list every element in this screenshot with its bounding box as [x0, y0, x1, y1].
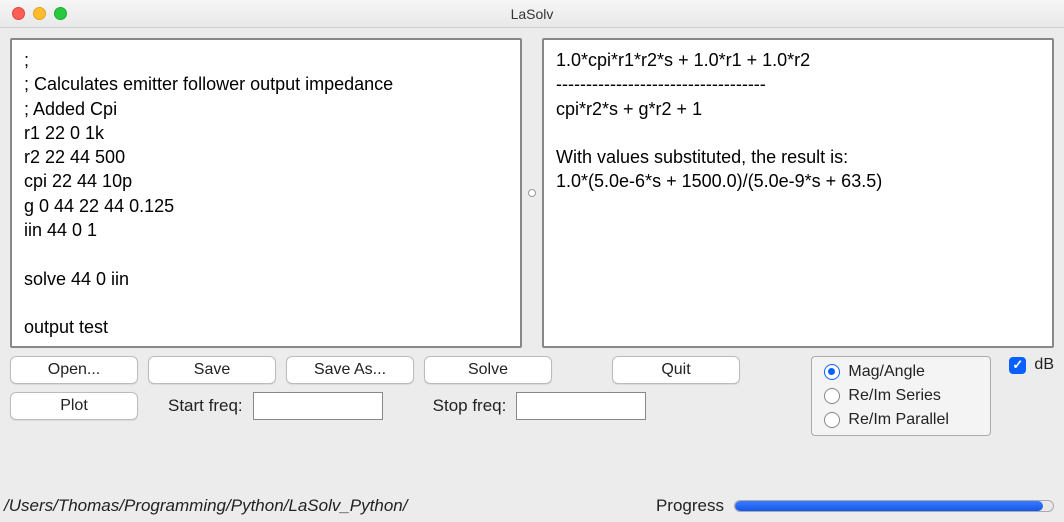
input-pane[interactable]: ; ; Calculates emitter follower output i…: [10, 38, 522, 348]
radio-reim-series-input[interactable]: [824, 388, 840, 404]
stop-freq-input[interactable]: [516, 392, 646, 420]
maximize-icon[interactable]: [54, 7, 67, 20]
progress-bar: [734, 500, 1054, 512]
progress-label: Progress: [656, 496, 724, 516]
controls: Open... Save Save As... Solve Quit Plot …: [10, 356, 1054, 436]
open-button[interactable]: Open...: [10, 356, 138, 384]
window-title: LaSolv: [0, 6, 1064, 22]
radio-reim-series-label: Re/Im Series: [848, 387, 940, 405]
solve-button[interactable]: Solve: [424, 356, 552, 384]
save-as-button[interactable]: Save As...: [286, 356, 414, 384]
start-freq-label: Start freq:: [168, 396, 243, 416]
db-checkbox[interactable]: [1009, 357, 1026, 374]
plot-button[interactable]: Plot: [10, 392, 138, 420]
close-icon[interactable]: [12, 7, 25, 20]
radio-reim-series[interactable]: Re/Im Series: [824, 387, 978, 405]
quit-button[interactable]: Quit: [612, 356, 740, 384]
format-radio-group: Mag/Angle Re/Im Series Re/Im Parallel: [811, 356, 991, 436]
app-window: LaSolv ; ; Calculates emitter follower o…: [0, 0, 1064, 522]
start-freq-input[interactable]: [253, 392, 383, 420]
statusbar: /Users/Thomas/Programming/Python/LaSolv_…: [0, 492, 1064, 522]
editor-panes: ; ; Calculates emitter follower output i…: [10, 38, 1054, 348]
minimize-icon[interactable]: [33, 7, 46, 20]
db-label: dB: [1034, 356, 1054, 374]
progress-fill: [735, 501, 1043, 511]
content-area: ; ; Calculates emitter follower output i…: [0, 28, 1064, 492]
status-path: /Users/Thomas/Programming/Python/LaSolv_…: [4, 496, 646, 516]
db-checkbox-row[interactable]: dB: [1009, 356, 1054, 374]
radio-reim-parallel-input[interactable]: [824, 412, 840, 428]
radio-reim-parallel-label: Re/Im Parallel: [848, 411, 948, 429]
radio-mag-angle-input[interactable]: [824, 364, 840, 380]
right-cluster: Mag/Angle Re/Im Series Re/Im Parallel dB: [811, 356, 1054, 436]
radio-mag-angle-label: Mag/Angle: [848, 363, 925, 381]
radio-mag-angle[interactable]: Mag/Angle: [824, 363, 978, 381]
stop-freq-label: Stop freq:: [433, 396, 507, 416]
titlebar: LaSolv: [0, 0, 1064, 28]
output-pane: 1.0*cpi*r1*r2*s + 1.0*r1 + 1.0*r2 ------…: [542, 38, 1054, 348]
traffic-lights: [0, 7, 67, 20]
pane-splitter[interactable]: [528, 38, 536, 348]
radio-reim-parallel[interactable]: Re/Im Parallel: [824, 411, 978, 429]
splitter-handle-icon: [528, 189, 536, 197]
save-button[interactable]: Save: [148, 356, 276, 384]
